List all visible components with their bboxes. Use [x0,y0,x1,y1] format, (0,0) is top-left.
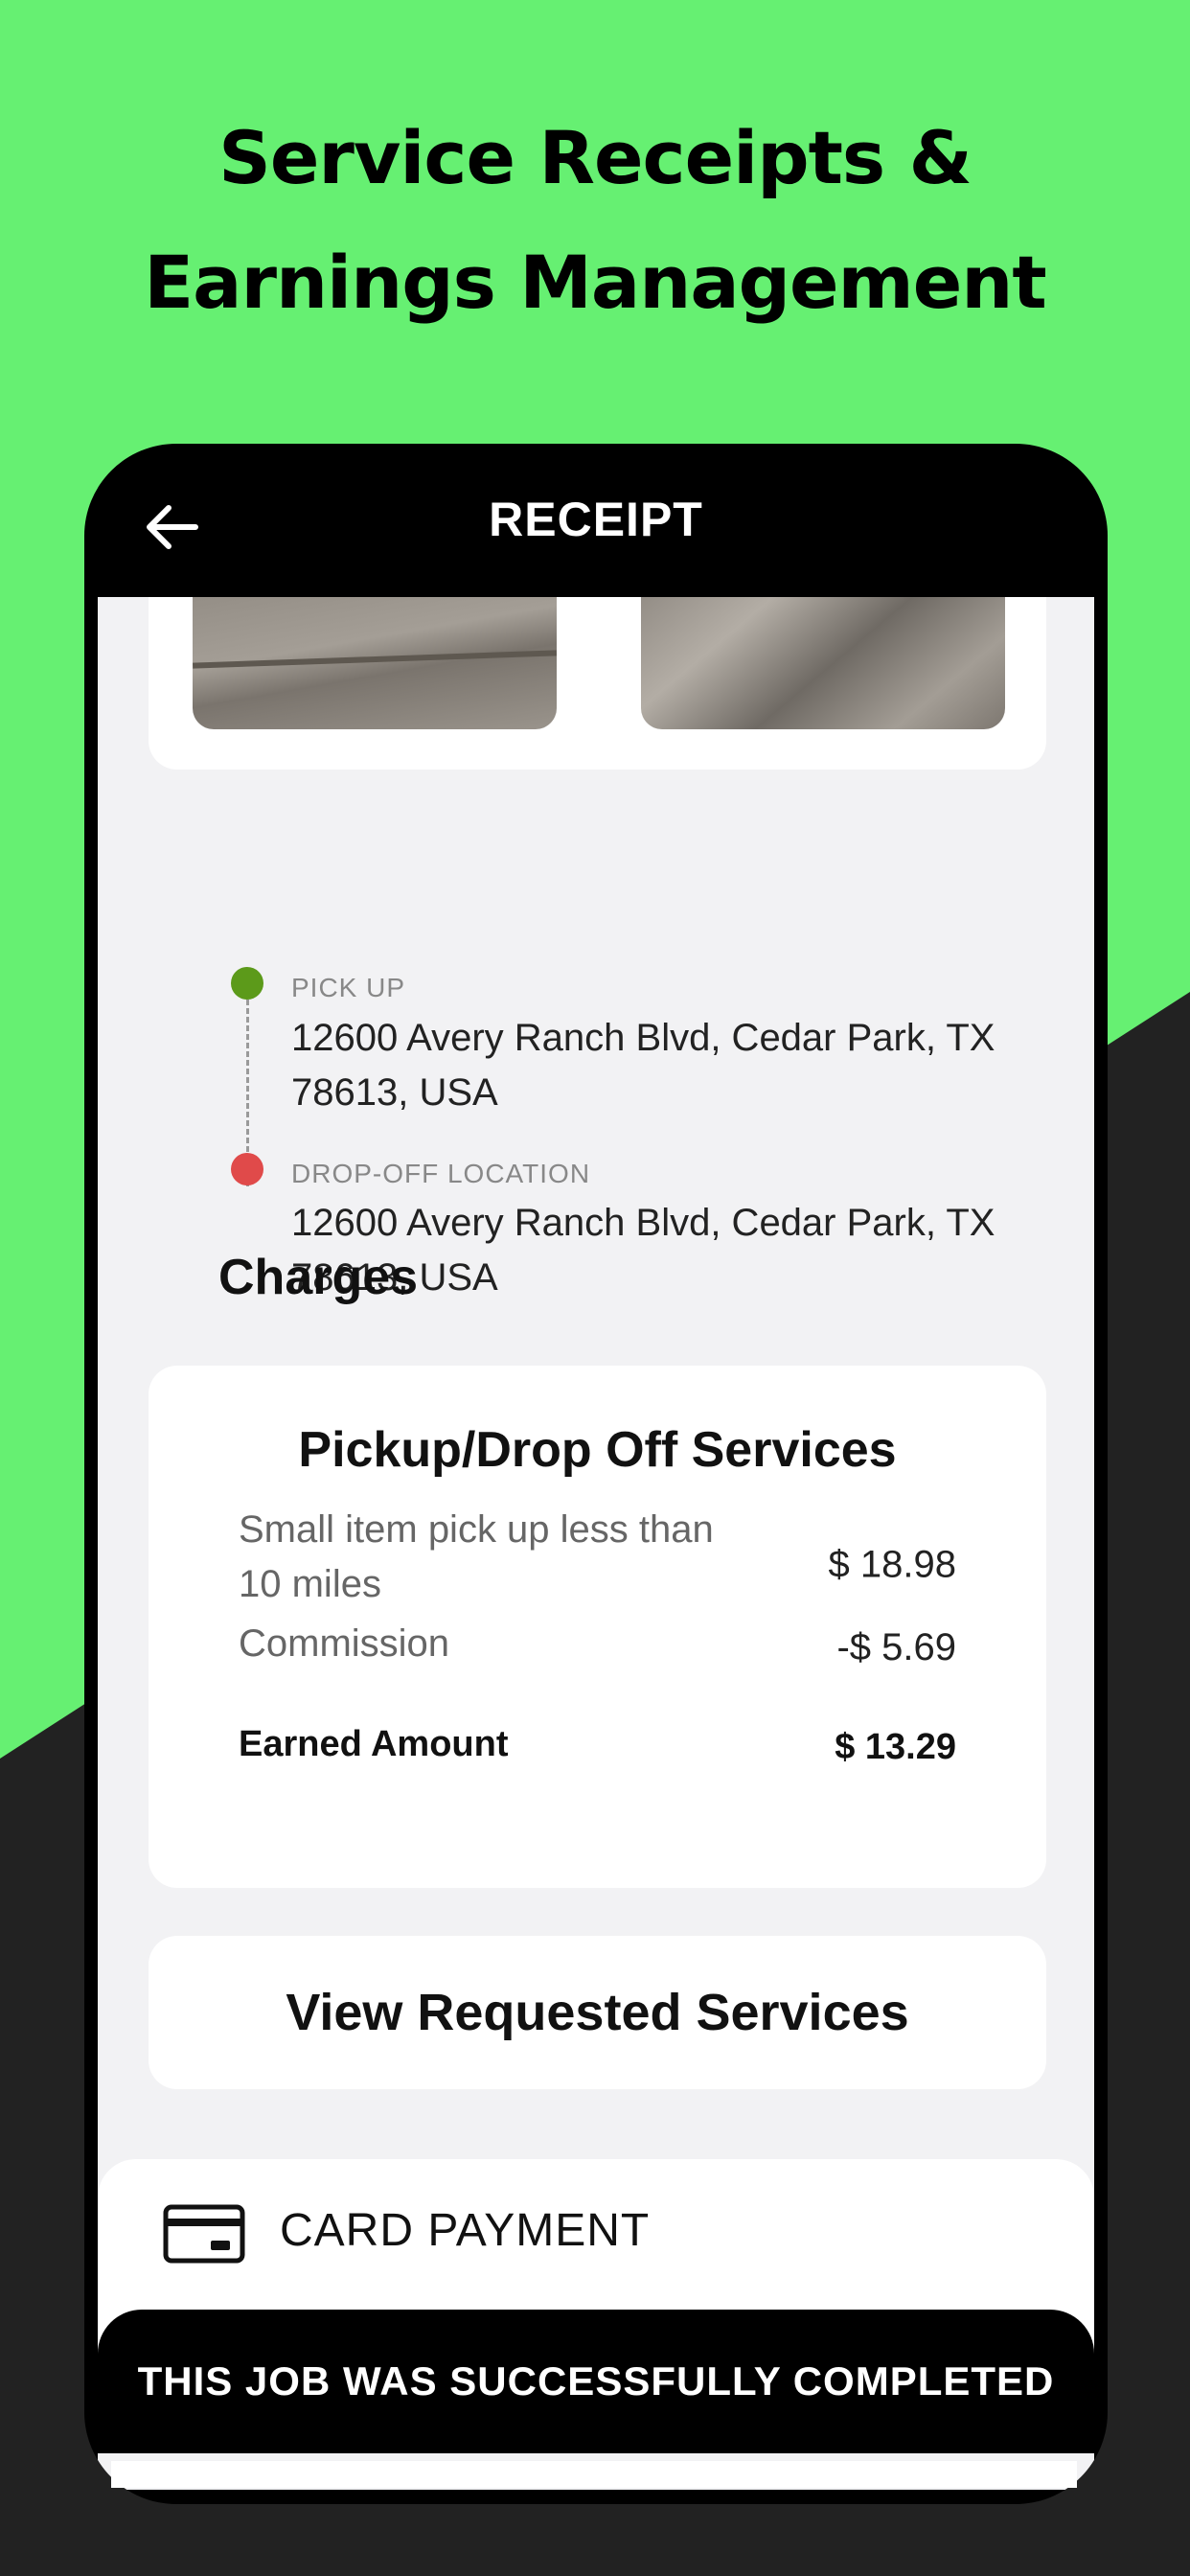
charges-card: Pickup/Drop Off Services Small item pick… [149,1366,1046,1888]
item-photo[interactable] [193,597,557,729]
page-title: RECEIPT [489,493,703,546]
headline: Service Receipts & Earnings Management [0,96,1190,345]
charge-row-label: Small item pick up less than 10 miles [239,1508,714,1605]
charge-row-value: $ 18.98 [828,1543,956,1586]
pickup-dot-icon [231,967,263,1000]
home-indicator-strip [111,2461,1077,2488]
charges-card-title: Pickup/Drop Off Services [298,1422,897,1478]
dropoff-label: DROP-OFF LOCATION [291,1159,591,1188]
charge-row-label: Commission [239,1622,450,1665]
charge-row-value: -$ 5.69 [836,1626,956,1668]
earned-amount-label: Earned Amount [239,1724,509,1764]
item-photos-card [149,597,1046,770]
pickup-address: 12600 Avery Ranch Blvd, Cedar Park, TX 7… [291,1017,995,1114]
navbar: RECEIPT [84,444,1108,597]
item-photo[interactable] [641,597,1005,729]
headline-line-2: Earnings Management [144,240,1046,325]
payment-method-label: CARD PAYMENT [280,2205,651,2256]
earned-amount-value: $ 13.29 [835,1727,956,1767]
charges-heading: Charges [218,1250,419,1305]
job-completed-banner: THIS JOB WAS SUCCESSFULLY COMPLETED [98,2310,1094,2453]
dropoff-dot-icon [231,1153,263,1185]
credit-card-icon [163,2204,245,2264]
view-requested-services-button[interactable]: View Requested Services [149,1936,1046,2089]
headline-line-1: Service Receipts & [218,115,973,200]
pickup-label: PICK UP [291,973,406,1002]
